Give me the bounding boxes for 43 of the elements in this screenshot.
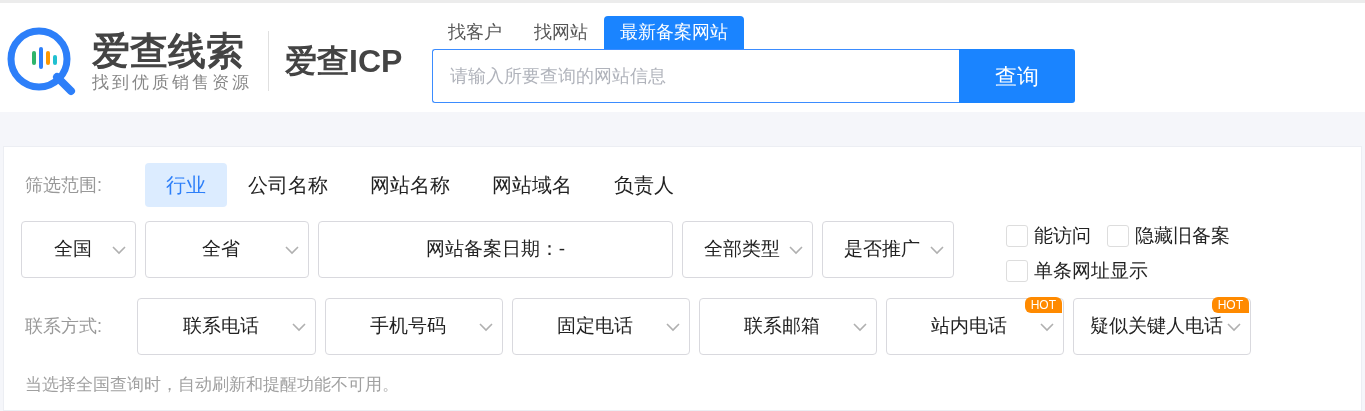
filter-tab[interactable]: 网站名称	[349, 163, 471, 207]
dropdown-select[interactable]: 是否推广	[822, 221, 954, 278]
chevron-down-icon	[788, 244, 804, 255]
chevron-down-icon	[665, 321, 681, 332]
dropdown-select[interactable]: 全国	[21, 221, 136, 278]
dropdown-select[interactable]: 全省	[145, 221, 309, 278]
hot-badge: HOT	[1211, 297, 1249, 313]
chevron-down-icon	[291, 321, 307, 332]
date-range-field[interactable]: 网站备案日期：-	[318, 221, 673, 278]
checkbox-label: 单条网址显示	[1034, 258, 1148, 283]
search-field[interactable]: 请输入所要查询的网站信息	[432, 49, 960, 103]
search-tab[interactable]: 找客户	[432, 16, 519, 49]
chevron-down-icon	[478, 321, 494, 332]
notice-text: 当选择全国查询时，自动刷新和提醒功能不可用。	[24, 374, 400, 396]
checkbox[interactable]	[1006, 259, 1028, 282]
filter-tab[interactable]: 公司名称	[227, 163, 349, 207]
search-button[interactable]: 查询	[959, 49, 1076, 103]
logo-icon	[5, 25, 77, 97]
chevron-down-icon	[111, 244, 127, 255]
dropdown-select[interactable]: 联系邮箱	[699, 298, 877, 355]
dropdown-select[interactable]: 联系电话	[137, 298, 316, 355]
chevron-down-icon	[852, 321, 868, 332]
dropdown-select[interactable]: 全部类型	[682, 221, 813, 278]
checkbox[interactable]	[1107, 225, 1129, 248]
chevron-down-icon	[929, 244, 945, 255]
contact-label: 联系方式:	[24, 315, 103, 338]
brand-slogan: 找到优质销售资源	[92, 73, 252, 93]
dropdown-select[interactable]: 手机号码	[325, 298, 503, 355]
search-tab[interactable]: 找网站	[518, 16, 605, 49]
chevron-down-icon	[1039, 321, 1055, 332]
filter-tab[interactable]: 网站域名	[471, 163, 593, 207]
checkbox-label: 隐藏旧备案	[1135, 224, 1230, 248]
filter-tab[interactable]: 负责人	[593, 163, 695, 207]
hot-badge: HOT	[1024, 297, 1062, 313]
chevron-down-icon	[284, 244, 300, 255]
checkbox[interactable]	[1006, 225, 1028, 248]
product-name: 爱查ICP	[285, 42, 403, 81]
checkbox-label: 能访问	[1034, 224, 1091, 248]
chevron-down-icon	[1226, 321, 1242, 332]
filter-label: 筛选范围:	[24, 173, 103, 197]
brand-name: 爱查线索	[92, 29, 245, 73]
dropdown-select[interactable]: 固定电话	[512, 298, 690, 355]
search-tab[interactable]: 最新备案网站	[604, 16, 745, 49]
